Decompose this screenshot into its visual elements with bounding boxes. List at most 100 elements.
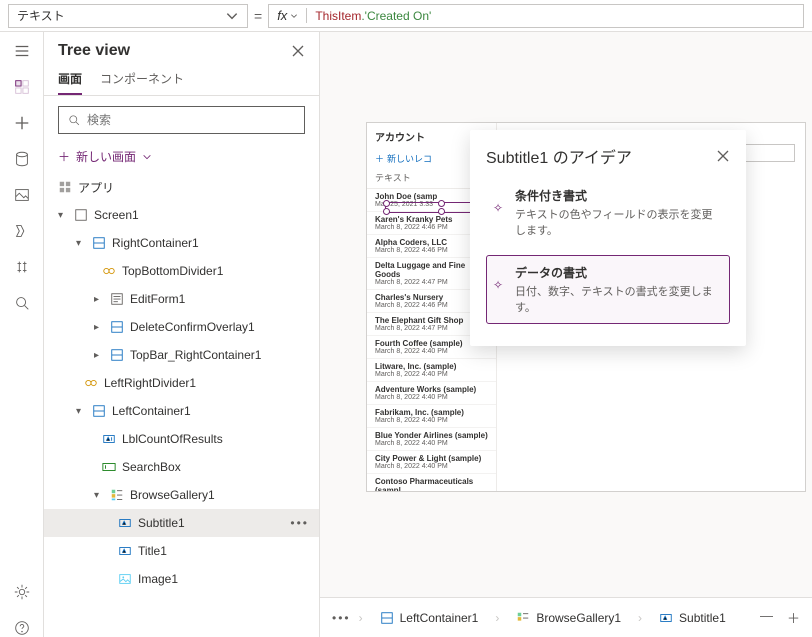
crumb-browsegallery[interactable]: BrowseGallery1 [507, 606, 630, 630]
plus-icon[interactable]: ＋ [787, 608, 800, 627]
tree-node-rightcontainer[interactable]: ▾ RightContainer1 [44, 229, 319, 257]
app-icon [58, 180, 72, 194]
hamburger-icon[interactable] [13, 42, 31, 60]
formula-bar: テキスト = fx ThisItem.'Created On' [0, 0, 812, 32]
tree-node-editform[interactable]: ▸ EditForm1 [44, 285, 319, 313]
tree-node-lblcount[interactable]: LblCountOfResults [44, 425, 319, 453]
screen-icon [74, 208, 88, 222]
tree-node-topbottomdivider[interactable]: TopBottomDivider1 [44, 257, 319, 285]
tree-node-lrdivider[interactable]: LeftRightDivider1 [44, 369, 319, 397]
tree-node-deleteoverlay[interactable]: ▸ DeleteConfirmOverlay1 [44, 313, 319, 341]
canvas: アカウント ＋ 新しいレコ テキスト John Doe (sampMay 25,… [320, 32, 812, 592]
gallery-item-subtitle: March 8, 2022 4:40 PM [375, 371, 488, 378]
plus-icon: ＋ [58, 148, 70, 165]
data-icon[interactable] [13, 150, 31, 168]
chevron-right-icon: › [359, 611, 363, 625]
chevron-down-icon[interactable]: ▾ [94, 490, 104, 501]
gallery-icon [516, 611, 530, 625]
formula-input[interactable]: ThisItem.'Created On' [307, 9, 439, 23]
flows-icon[interactable] [13, 222, 31, 240]
bulb-icon: ✧ [493, 201, 503, 215]
container-icon [380, 611, 394, 625]
chevron-down-icon[interactable]: ▾ [76, 238, 86, 249]
idea-title: データの書式 [515, 264, 719, 281]
tree-node-topbarright[interactable]: ▸ TopBar_RightContainer1 [44, 341, 319, 369]
image-icon [118, 572, 132, 586]
tab-screens[interactable]: 画面 [58, 70, 82, 95]
chevron-right-icon[interactable]: ▸ [94, 294, 104, 305]
plus-icon[interactable] [13, 114, 31, 132]
gallery-item-subtitle: March 8, 2022 4:40 PM [375, 394, 488, 401]
tree-node-searchbox[interactable]: SearchBox [44, 453, 319, 481]
tree-node-subtitle1[interactable]: Subtitle1 ••• [44, 509, 319, 537]
gallery-item[interactable]: City Power & Light (sample)March 8, 2022… [367, 451, 496, 474]
textinput-icon [102, 460, 116, 474]
plus-icon: ＋ [375, 152, 384, 165]
search-icon[interactable] [13, 294, 31, 312]
close-icon[interactable] [716, 149, 730, 163]
gear-icon[interactable] [13, 583, 31, 601]
more-icon[interactable]: ••• [332, 611, 351, 625]
tree-view-icon[interactable] [13, 78, 31, 96]
label-icon [118, 544, 132, 558]
gallery-item[interactable]: Contoso Pharmaceuticals (sampl [367, 474, 496, 491]
idea-card[interactable]: ✧ データの書式 日付、数字、テキストの書式を変更します。 [486, 255, 730, 324]
new-screen-label: 新しい画面 [76, 148, 136, 165]
search-icon [67, 113, 81, 127]
gallery-item-title: Contoso Pharmaceuticals (sampl [375, 477, 488, 491]
gallery-item-title: Adventure Works (sample) [375, 385, 488, 394]
new-screen-button[interactable]: ＋ 新しい画面 [44, 144, 319, 169]
property-select[interactable]: テキスト [8, 4, 248, 28]
chevron-right-icon[interactable]: ▸ [94, 350, 104, 361]
container-icon [110, 320, 124, 334]
tree-node-app[interactable]: アプリ [44, 173, 319, 201]
tree-node-image1[interactable]: Image1 [44, 565, 319, 593]
tree-node-leftcontainer[interactable]: ▾ LeftContainer1 [44, 397, 319, 425]
tab-components[interactable]: コンポーネント [100, 70, 184, 95]
media-icon[interactable] [13, 186, 31, 204]
equals-icon: = [254, 8, 262, 24]
help-icon[interactable] [13, 619, 31, 637]
gallery-item-subtitle: March 8, 2022 4:40 PM [375, 417, 488, 424]
close-icon[interactable] [291, 44, 305, 58]
fx-prefix[interactable]: fx [269, 8, 307, 23]
chevron-down-icon [225, 9, 239, 23]
breadcrumb: ••• › LeftContainer1 › BrowseGallery1 › … [320, 597, 812, 637]
chevron-down-icon[interactable]: ▾ [58, 210, 68, 221]
gallery-item-title: Blue Yonder Airlines (sample) [375, 431, 488, 440]
container-icon [92, 236, 106, 250]
divider-icon [84, 376, 98, 390]
gallery-item-subtitle: March 8, 2022 4:40 PM [375, 463, 488, 470]
tree-search[interactable] [58, 106, 305, 134]
container-icon [92, 404, 106, 418]
divider-icon [102, 264, 116, 278]
tree-node-title1[interactable]: Title1 [44, 537, 319, 565]
idea-desc: 日付、数字、テキストの書式を変更します。 [515, 283, 719, 315]
tree-node-screen1[interactable]: ▾ Screen1 [44, 201, 319, 229]
ideas-title: Subtitle1 のアイデア [486, 144, 632, 168]
container-icon [110, 348, 124, 362]
tree-search-input[interactable] [87, 113, 296, 127]
idea-desc: テキストの色やフィールドの表示を変更します。 [515, 206, 719, 238]
gallery-item-subtitle: March 8, 2022 4:40 PM [375, 440, 488, 447]
zoom-controls: — ＋ [760, 608, 800, 627]
tree-tabs: 画面 コンポーネント [44, 64, 319, 96]
tree-node-browsegallery[interactable]: ▾ BrowseGallery1 [44, 481, 319, 509]
crumb-subtitle[interactable]: Subtitle1 [650, 606, 735, 630]
label-icon [118, 516, 132, 530]
gallery-item[interactable]: Blue Yonder Airlines (sample)March 8, 20… [367, 428, 496, 451]
chevron-right-icon[interactable]: ▸ [94, 322, 104, 333]
gallery-item[interactable]: Litware, Inc. (sample)March 8, 2022 4:40… [367, 359, 496, 382]
formula-input-wrap: fx ThisItem.'Created On' [268, 4, 804, 28]
variables-icon[interactable] [13, 258, 31, 276]
chevron-down-icon[interactable]: ▾ [76, 406, 86, 417]
idea-card[interactable]: ✧ 条件付き書式 テキストの色やフィールドの表示を変更します。 [486, 178, 730, 247]
more-icon[interactable]: ••• [290, 516, 309, 530]
crumb-leftcontainer[interactable]: LeftContainer1 [371, 606, 488, 630]
label-icon [659, 611, 673, 625]
minimize-icon[interactable]: — [760, 608, 773, 627]
gallery-icon [110, 488, 124, 502]
gallery-item[interactable]: Adventure Works (sample)March 8, 2022 4:… [367, 382, 496, 405]
gallery-item[interactable]: Fabrikam, Inc. (sample)March 8, 2022 4:4… [367, 405, 496, 428]
bulb-icon: ✧ [493, 278, 503, 292]
